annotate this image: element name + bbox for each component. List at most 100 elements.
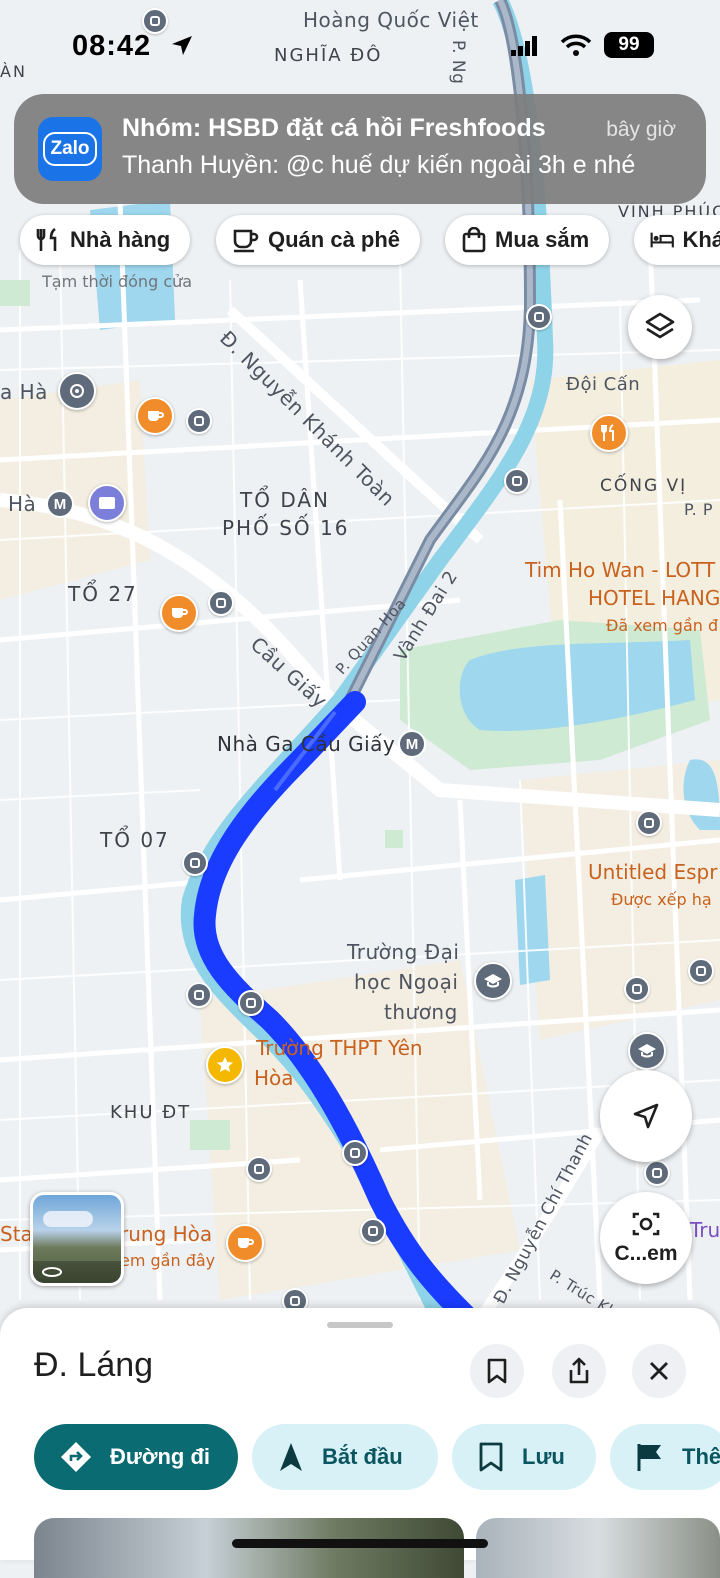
map-label-poi[interactable]: Untitled Espr — [588, 860, 717, 884]
bus-stop-icon[interactable] — [688, 958, 714, 984]
save-button[interactable] — [470, 1344, 524, 1398]
add-label-label: Thê — [682, 1444, 720, 1469]
battery-indicator: 99 — [604, 32, 654, 58]
wifi-icon — [560, 34, 592, 56]
share-icon — [569, 1357, 589, 1384]
street-view-thumbnail[interactable] — [30, 1192, 124, 1286]
metro-station-icon[interactable]: M — [46, 490, 74, 518]
chip-hotels[interactable]: Khá — [634, 215, 720, 265]
bus-stop-icon[interactable] — [360, 1218, 386, 1244]
cafe-pin-icon[interactable] — [136, 397, 174, 435]
bus-stop-icon[interactable] — [186, 408, 212, 434]
star-pin-icon[interactable] — [206, 1046, 244, 1084]
school-pin-icon[interactable] — [628, 1032, 666, 1070]
map-label-place: a Hà — [0, 380, 48, 404]
bus-stop-icon[interactable] — [636, 810, 662, 836]
map-label-poi[interactable]: Hòa — [254, 1066, 294, 1090]
map-label-poi-sub: Đã xem gần đ — [606, 616, 719, 635]
layers-icon — [645, 312, 675, 339]
bus-stop-icon[interactable] — [246, 1156, 272, 1182]
save-place-button[interactable]: Lưu — [452, 1424, 596, 1490]
place-title: Đ. Láng — [34, 1346, 154, 1384]
map-label-poi[interactable]: Trường Đại — [347, 940, 459, 964]
bus-stop-icon[interactable] — [504, 468, 530, 494]
map-label-area: TỔ DÂN — [240, 488, 331, 512]
camera-icon — [632, 1212, 660, 1236]
map-label-poi[interactable]: HOTEL HANG — [588, 586, 720, 610]
place-photo[interactable] — [34, 1518, 464, 1578]
attraction-pin-icon[interactable] — [58, 372, 96, 410]
restaurant-pin-icon[interactable] — [590, 414, 628, 452]
home-indicator — [232, 1539, 488, 1548]
navigation-arrow-icon — [280, 1443, 302, 1471]
share-button[interactable] — [552, 1344, 606, 1398]
bookmark-icon — [479, 1442, 503, 1472]
layers-button[interactable] — [628, 295, 692, 359]
map-label-poi-sub: Được xếp hạ — [611, 890, 712, 909]
sheet-drag-handle[interactable] — [327, 1322, 393, 1328]
map-label-station[interactable]: Nhà Ga Cầu Giấy — [217, 732, 395, 756]
chip-restaurants[interactable]: Nhà hàng — [20, 215, 191, 265]
chip-label: Nhà hàng — [70, 227, 171, 252]
bus-stop-icon[interactable] — [644, 1160, 670, 1186]
bus-stop-icon[interactable] — [238, 990, 264, 1016]
navigation-arrow-icon — [633, 1103, 659, 1129]
chip-label: Khá — [682, 227, 720, 252]
map-label-area: KHU ĐT — [110, 1102, 192, 1123]
my-location-button[interactable] — [600, 1070, 692, 1162]
map-label-poi[interactable]: thương — [384, 1000, 458, 1024]
map-label-street: Hoàng Quốc Việt — [303, 8, 479, 32]
map-label-area: PHỐ SỐ 16 — [222, 516, 350, 540]
cafe-pin-icon[interactable] — [160, 594, 198, 632]
place-photo[interactable] — [476, 1518, 720, 1578]
map-label-street: P. P — [684, 500, 713, 519]
bed-icon — [650, 232, 674, 248]
add-label-button[interactable]: Thê — [610, 1424, 720, 1490]
close-button[interactable] — [632, 1344, 686, 1398]
zalo-app-icon: Zalo — [38, 117, 102, 181]
bus-stop-icon[interactable] — [526, 304, 552, 330]
status-time: 08:42 — [72, 30, 152, 62]
map-label-poi[interactable]: Sta — [0, 1222, 33, 1246]
start-label: Bắt đầu — [322, 1444, 403, 1469]
map-label-place: Hà — [8, 492, 37, 516]
directions-label: Đường đi — [110, 1444, 210, 1469]
map-label-status: Tạm thời đóng cửa — [42, 272, 193, 291]
chip-shopping[interactable]: Mua sắm — [445, 215, 610, 265]
chip-label: Mua sắm — [495, 227, 590, 252]
signal-icon — [511, 36, 537, 56]
map-label-poi[interactable]: học Ngoại — [354, 970, 458, 994]
bus-stop-icon[interactable] — [624, 976, 650, 1002]
bus-stop-icon[interactable] — [182, 850, 208, 876]
coffee-cup-icon — [233, 229, 259, 253]
bus-stop-icon[interactable] — [208, 590, 234, 616]
start-navigation-button[interactable]: Bắt đầu — [252, 1424, 438, 1490]
bus-stop-icon[interactable] — [342, 1140, 368, 1166]
notification-banner[interactable]: Zalo Nhóm: HSBD đặt cá hồi Freshfoods bâ… — [14, 94, 706, 204]
map-label-poi[interactable]: Trường THPT Yên — [256, 1036, 423, 1060]
atm-pin-icon[interactable] — [88, 484, 126, 522]
location-arrow-icon — [172, 36, 192, 55]
map-label-area: CỐNG VỊ — [600, 476, 688, 496]
map-label-poi[interactable]: rung Hòa — [120, 1222, 212, 1246]
map-label-poi[interactable]: Tim Ho Wan - LOTT — [525, 558, 715, 582]
save-label: Lưu — [522, 1444, 565, 1469]
close-icon — [650, 1362, 668, 1380]
map-label-poi[interactable]: Tru — [690, 1218, 720, 1242]
school-pin-icon[interactable] — [474, 962, 512, 1000]
chip-label: Quán cà phê — [268, 227, 401, 252]
place-bottom-sheet[interactable]: Đ. Láng Đường đi Bắt đầu Lưu Thê — [0, 1308, 720, 1578]
fork-knife-icon — [36, 227, 57, 251]
shopping-bag-icon — [462, 227, 486, 253]
notification-message: Thanh Huyền: @c huế dự kiến ngoài 3h e n… — [122, 151, 636, 179]
notification-time: bây giờ — [606, 118, 676, 141]
map-label-poi-sub: em gần đây — [120, 1251, 216, 1270]
metro-station-icon[interactable]: M — [398, 730, 426, 758]
status-bar: 08:42 99 — [0, 30, 720, 70]
bus-stop-icon[interactable] — [186, 982, 212, 1008]
camera-explore-button[interactable]: C...em — [600, 1192, 692, 1284]
cafe-pin-icon[interactable] — [226, 1224, 264, 1262]
directions-button[interactable]: Đường đi — [34, 1424, 238, 1490]
chip-cafes[interactable]: Quán cà phê — [216, 215, 421, 265]
flag-icon — [637, 1444, 661, 1471]
